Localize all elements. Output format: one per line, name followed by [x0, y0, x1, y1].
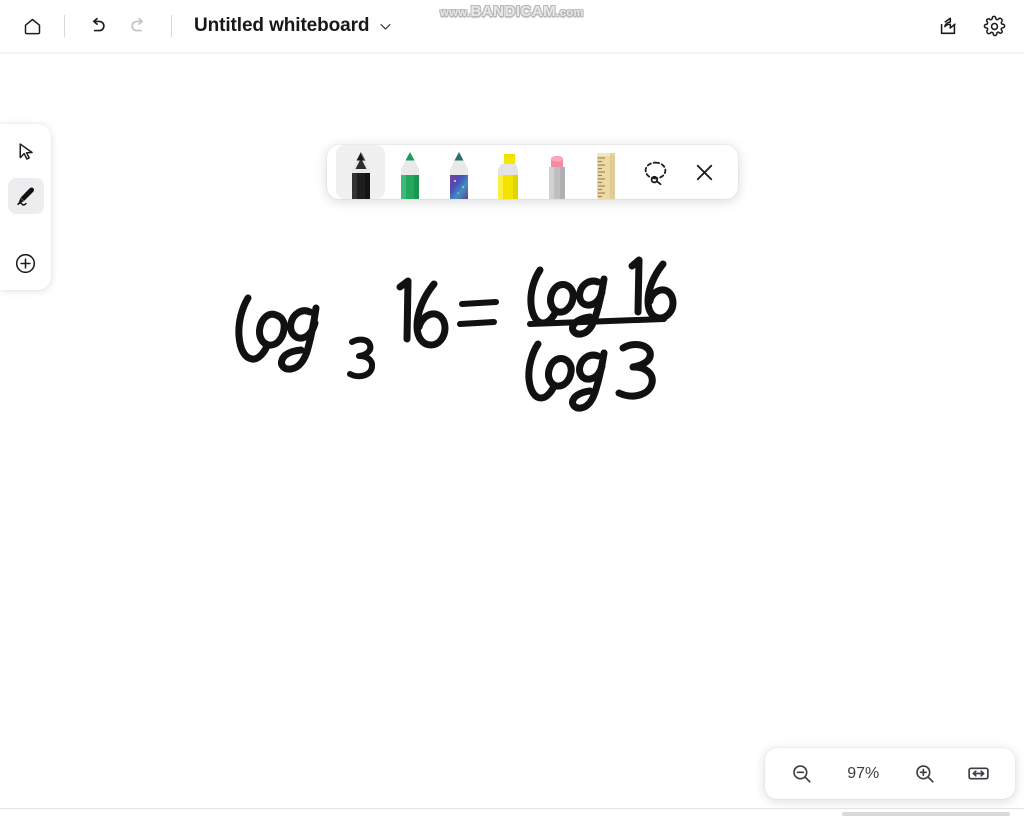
zoom-control-bar: 97% — [765, 748, 1015, 799]
pen-icon — [16, 187, 34, 206]
zoom-level-label[interactable]: 97% — [836, 765, 890, 783]
lasso-icon — [644, 161, 667, 185]
whiteboard-canvas[interactable]: 97% — [0, 52, 1024, 808]
plus-circle-icon — [15, 253, 36, 273]
tool-sidebar — [0, 124, 51, 290]
redo-button[interactable] — [119, 6, 159, 46]
zoom-in-icon — [916, 765, 934, 783]
home-button[interactable] — [12, 6, 52, 46]
tool-black-pen[interactable] — [336, 145, 386, 199]
document-title-button[interactable]: Untitled whiteboard — [188, 11, 399, 41]
chevron-down-icon — [380, 23, 391, 30]
app-header: Untitled whiteboard — [0, 0, 1024, 52]
tool-galaxy-pen[interactable] — [434, 145, 483, 199]
header-divider-2 — [171, 15, 172, 37]
page-title: Untitled whiteboard — [194, 15, 370, 36]
fit-screen-icon — [968, 767, 989, 780]
zoom-out-icon — [793, 765, 811, 783]
tool-eraser[interactable] — [533, 145, 582, 199]
header-right-group — [928, 0, 1014, 52]
green-pen-icon — [400, 152, 419, 199]
galaxy-pen-icon — [449, 152, 468, 199]
gear-icon — [983, 15, 1005, 36]
redo-icon — [131, 17, 144, 32]
zoom-out-button[interactable] — [783, 755, 821, 793]
home-icon — [24, 18, 40, 34]
header-divider-1 — [64, 15, 65, 37]
ruler-icon — [597, 153, 616, 199]
share-icon — [940, 17, 956, 35]
close-icon — [696, 164, 713, 180]
close-toolbar-button[interactable] — [680, 145, 729, 199]
eraser-icon — [549, 156, 566, 199]
horizontal-scrollbar[interactable] — [842, 812, 1010, 816]
tool-yellow-highlighter[interactable] — [483, 145, 532, 199]
undo-button[interactable] — [77, 6, 117, 46]
tool-ruler[interactable] — [582, 145, 631, 199]
sidebar-item-add[interactable] — [8, 245, 44, 281]
cursor-icon — [19, 142, 33, 160]
settings-button[interactable] — [974, 6, 1014, 46]
sidebar-item-pen[interactable] — [7, 178, 44, 214]
undo-icon — [92, 17, 105, 32]
pen-toolbar — [327, 145, 738, 199]
header-left-group: Untitled whiteboard — [0, 0, 399, 52]
sidebar-item-select[interactable] — [8, 133, 44, 169]
zoom-in-button[interactable] — [906, 755, 944, 793]
whiteboard-app: Untitled whiteboard www.BANDICAM.com 97% — [0, 0, 1024, 820]
fit-to-screen-button[interactable] — [959, 755, 997, 793]
share-button[interactable] — [928, 6, 968, 46]
lasso-select-button[interactable] — [631, 145, 680, 199]
yellow-highlighter-icon — [497, 154, 518, 199]
tool-green-pen[interactable] — [385, 145, 434, 199]
black-pen-icon — [351, 152, 370, 199]
